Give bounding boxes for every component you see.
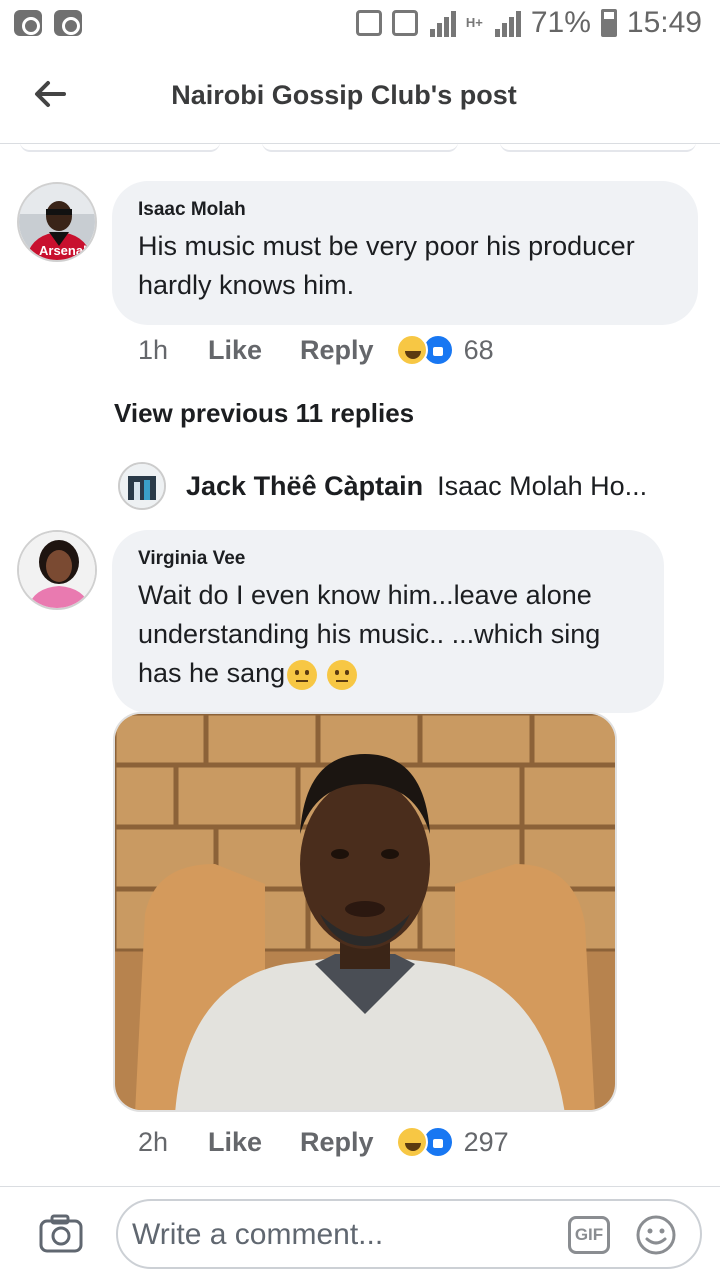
reaction-count[interactable]: 297: [464, 1127, 509, 1158]
reactions[interactable]: [395, 334, 454, 366]
battery-icon: [600, 9, 617, 37]
comment-time: 2h: [138, 1126, 169, 1157]
comment-bubble[interactable]: Virginia Vee Wait do I even know him...l…: [112, 530, 664, 713]
avatar[interactable]: [17, 530, 97, 610]
comment-bubble[interactable]: Isaac Molah His music must be very poor …: [112, 181, 698, 325]
like-button[interactable]: Like: [208, 1127, 262, 1158]
network-type: H+: [465, 15, 483, 30]
man-in-chair-photo: [115, 714, 615, 1110]
camera-icon[interactable]: [38, 1211, 84, 1257]
gif-button[interactable]: GIF: [568, 1216, 610, 1254]
view-previous-replies-link[interactable]: View previous 11 replies: [114, 398, 414, 429]
camera-notification-icon: [14, 10, 42, 36]
avatar-shirt-text: Arsenal: [39, 243, 87, 258]
cast-icon: [355, 10, 382, 36]
comment-actions: 2h Like Reply 297: [138, 1126, 509, 1158]
clock: 15:49: [626, 6, 702, 39]
reply-button[interactable]: Reply: [300, 1127, 374, 1158]
comment-input-box[interactable]: GIF: [116, 1199, 702, 1269]
reply-avatar-image: [120, 464, 164, 508]
comment-actions: 1h Like Reply 68: [138, 334, 494, 366]
reply-snippet: Isaac Molah Ho...: [437, 470, 648, 501]
comment-time: 1h: [138, 334, 169, 365]
reactions[interactable]: [395, 1126, 454, 1158]
avatar[interactable]: Arsenal: [17, 182, 97, 262]
reply-button[interactable]: Reply: [300, 335, 374, 366]
comment-input[interactable]: [132, 1211, 552, 1259]
comment-text-body: Wait do I even know him...leave alone un…: [138, 580, 601, 688]
avatar-image: [19, 532, 95, 608]
scrolled-content-edge: [0, 142, 720, 156]
comment-author[interactable]: Virginia Vee: [138, 548, 638, 570]
comment-text: Wait do I even know him...leave alone un…: [138, 576, 638, 693]
status-notification-icons: [14, 10, 82, 36]
signal-icon: [428, 9, 456, 37]
status-indicators: H+ 71% 15:49: [355, 6, 702, 40]
status-bar: H+ 71% 15:49: [0, 0, 720, 48]
page-title: Nairobi Gossip Club's post: [171, 80, 517, 110]
comment-text: His music must be very poor his producer…: [138, 231, 635, 300]
signal-strength-icon: [493, 9, 521, 37]
smiley-icon[interactable]: [634, 1213, 678, 1257]
confused-face-icon: [287, 659, 318, 690]
haha-reaction-icon: [395, 1126, 428, 1158]
haha-reaction-icon: [395, 334, 428, 366]
like-button[interactable]: Like: [208, 335, 262, 366]
app-header: Nairobi Gossip Club's post: [0, 48, 720, 144]
reply-avatar: [118, 462, 166, 510]
settings-notification-icon: [54, 10, 82, 36]
reply-preview[interactable]: Jack Thëê Càptain Isaac Molah Ho...: [118, 458, 678, 514]
comment-composer: GIF: [0, 1186, 720, 1280]
call-icon: [391, 10, 418, 36]
reply-author: Jack Thëê Càptain: [186, 470, 424, 501]
comment-author[interactable]: Isaac Molah: [138, 199, 672, 221]
battery-percent: 71%: [530, 6, 591, 39]
confused-face-icon: [326, 659, 357, 690]
comment-attachment-photo[interactable]: [113, 712, 617, 1112]
reaction-count[interactable]: 68: [464, 335, 494, 366]
